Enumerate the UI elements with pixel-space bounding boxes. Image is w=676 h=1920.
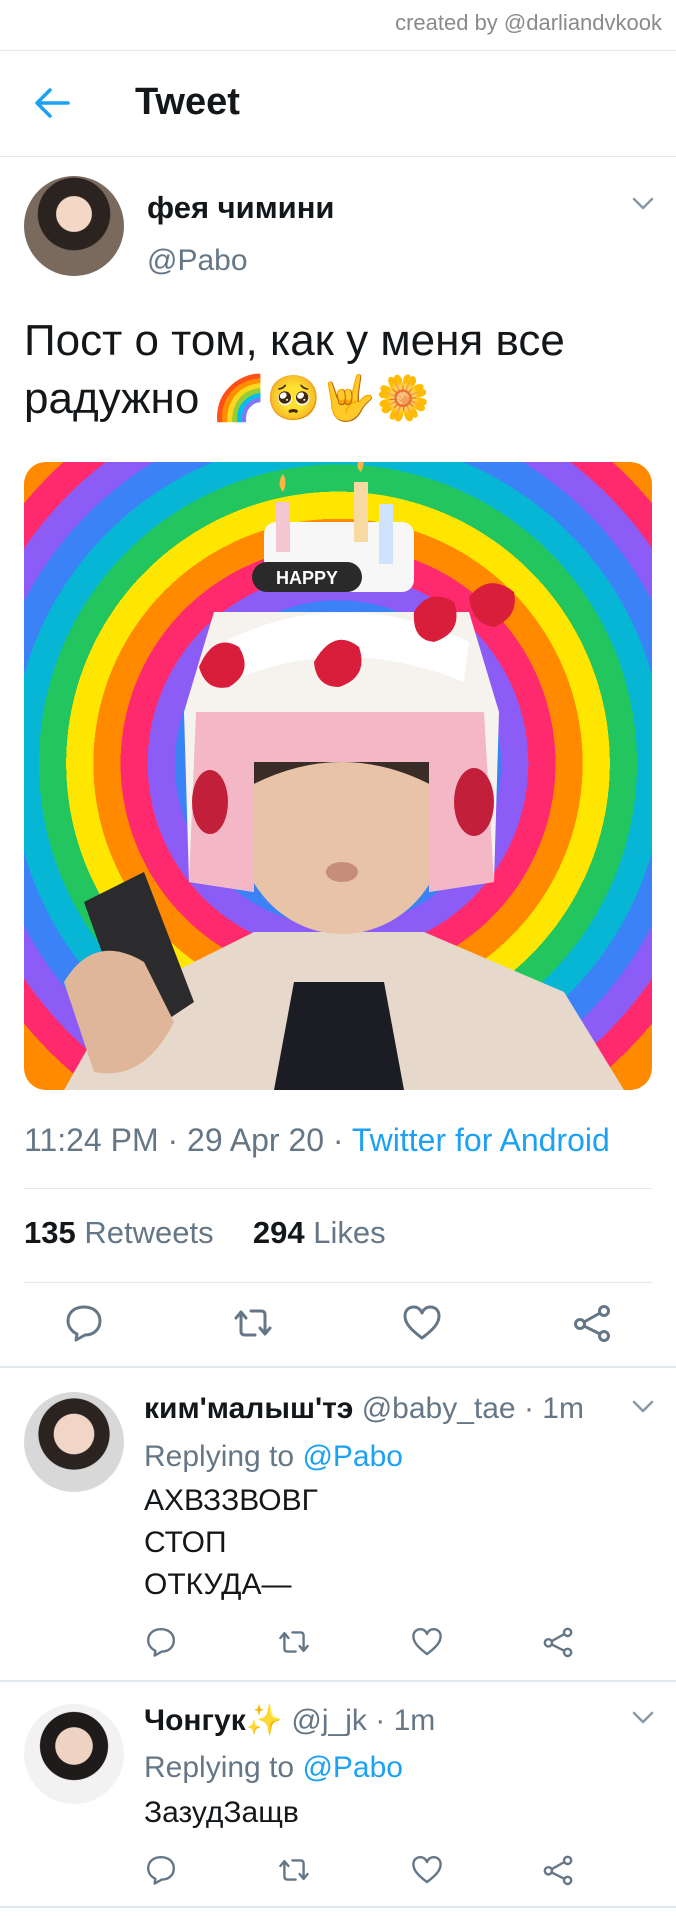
divider (24, 1188, 652, 1189)
retweet-count[interactable]: 135 (24, 1215, 76, 1250)
reply-author-name[interactable]: Чонгук✨ (144, 1704, 283, 1737)
replying-to-label: Replying to (144, 1440, 295, 1473)
reply-text-line: СТОП (144, 1526, 227, 1559)
replying-to-handle[interactable]: @Pabo (302, 1751, 403, 1784)
reply-time: 1m (542, 1392, 584, 1425)
replying-to: Replying to @Pabo (144, 1440, 403, 1474)
cake-hat-photo: HAPPY (64, 462, 624, 1090)
retweet-label[interactable]: Retweets (84, 1215, 213, 1250)
tweet-stats: 135 Retweets 294 Likes (24, 1215, 386, 1251)
top-bar: Tweet (0, 51, 676, 156)
divider (24, 1282, 652, 1283)
reply-author-handle[interactable]: @baby_tae (362, 1392, 516, 1425)
reply-text-line: ЗазудЗащв (144, 1796, 299, 1829)
like-icon[interactable] (402, 1303, 442, 1343)
like-count[interactable]: 294 (253, 1215, 305, 1250)
author-name[interactable]: фея чимини (147, 190, 334, 226)
hat-label: HAPPY (276, 568, 338, 588)
share-icon[interactable] (542, 1854, 574, 1886)
avatar[interactable] (24, 1392, 124, 1492)
tweet-image[interactable]: HAPPY (24, 462, 652, 1090)
reply-text: АХВЗЗВОВГ СТОП ОТКУДА— (144, 1480, 318, 1606)
reply-time: 1m (393, 1704, 436, 1737)
reply-author-handle[interactable]: @j_jk (291, 1704, 366, 1737)
tweet-date: 29 Apr 20 (187, 1122, 325, 1158)
share-icon[interactable] (572, 1303, 612, 1343)
reply-icon[interactable] (64, 1303, 104, 1343)
avatar[interactable] (24, 1704, 124, 1804)
tweet-time: 11:24 PM (24, 1122, 159, 1158)
tweet-meta: 11:24 PM · 29 Apr 20 · Twitter for Andro… (24, 1122, 610, 1158)
reply-text: ЗазудЗащв (144, 1792, 299, 1834)
reply-icon[interactable] (145, 1626, 177, 1658)
reply-text-line: ОТКУДА— (144, 1568, 292, 1601)
replying-to-handle[interactable]: @Pabo (302, 1440, 403, 1473)
retweet-icon[interactable] (233, 1303, 273, 1343)
chevron-down-icon[interactable] (632, 1711, 654, 1725)
arrow-left-icon[interactable] (30, 81, 74, 125)
reply-header: Чонгук✨ @j_jk · 1m (144, 1704, 436, 1737)
watermark-credit: created by @darliandvkook (395, 10, 662, 35)
divider (0, 1906, 676, 1908)
like-label[interactable]: Likes (313, 1215, 385, 1250)
retweet-icon[interactable] (278, 1626, 310, 1658)
author-handle[interactable]: @Pabo (147, 244, 248, 278)
like-icon[interactable] (411, 1854, 443, 1886)
avatar[interactable] (24, 176, 124, 276)
like-icon[interactable] (411, 1626, 443, 1658)
reply-author-name[interactable]: ким'малыш'тэ (144, 1392, 353, 1425)
divider (0, 1680, 676, 1682)
chevron-down-icon[interactable] (632, 197, 654, 211)
replying-to: Replying to @Pabo (144, 1751, 403, 1785)
reply-header: ким'малыш'тэ @baby_tae · 1m (144, 1392, 584, 1425)
tweet-text: Пост о том, как у меня все радужно 🌈🥺🤟🌼 (24, 316, 565, 423)
reply-text-line: АХВЗЗВОВГ (144, 1484, 318, 1517)
replying-to-label: Replying to (144, 1751, 295, 1784)
divider (0, 156, 676, 157)
page-title: Tweet (135, 81, 240, 123)
tweet-source-link[interactable]: Twitter for Android (352, 1122, 610, 1158)
chevron-down-icon[interactable] (632, 1400, 654, 1414)
share-icon[interactable] (542, 1626, 574, 1658)
reply-icon[interactable] (145, 1854, 177, 1886)
retweet-icon[interactable] (278, 1854, 310, 1886)
divider (0, 1366, 676, 1368)
